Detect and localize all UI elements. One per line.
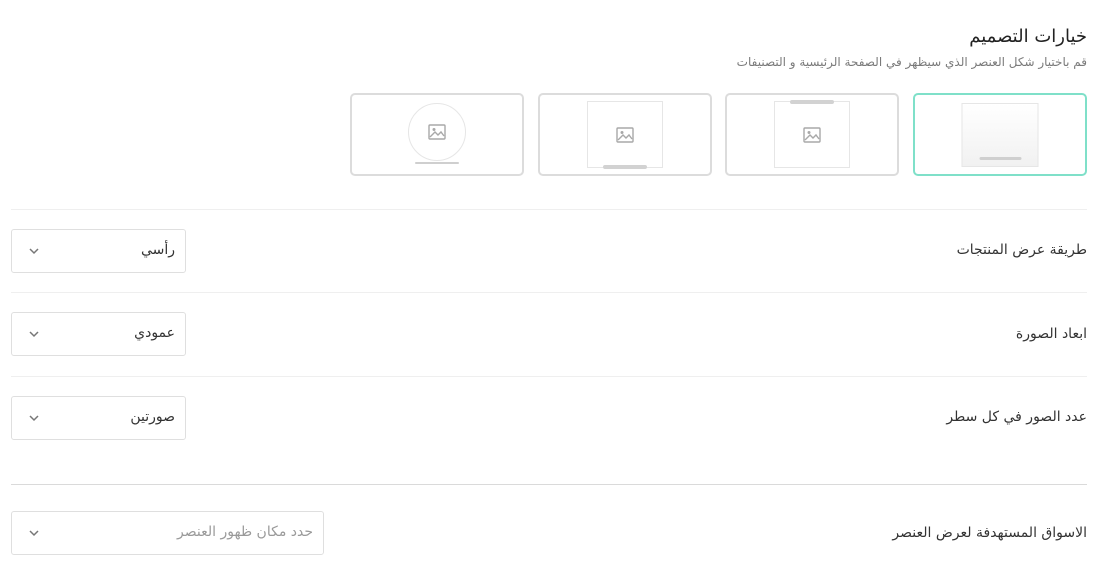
caption-bar: [415, 162, 459, 164]
images-per-row-select[interactable]: صورتين: [11, 396, 186, 440]
images-per-row-value: صورتين: [130, 409, 175, 425]
design-thumb: [587, 101, 663, 169]
chevron-down-icon: [29, 331, 39, 338]
target-markets-select[interactable]: حدد مكان ظهور العنصر: [11, 511, 324, 555]
caption-bar: [790, 100, 834, 104]
images-per-row-label: عدد الصور في كل سطر: [946, 409, 1087, 425]
divider: [11, 209, 1087, 210]
design-options-title: خيارات التصميم: [969, 26, 1087, 47]
display-method-label: طريقة عرض المنتجات: [956, 242, 1087, 258]
design-option-circle[interactable]: [350, 93, 524, 176]
image-icon: [616, 126, 634, 143]
target-markets-label: الاسواق المستهدفة لعرض العنصر: [892, 525, 1087, 541]
design-thumb-circle: [408, 103, 466, 161]
chevron-down-icon: [29, 248, 39, 255]
chevron-down-icon: [29, 530, 39, 537]
display-method-select[interactable]: رأسي: [11, 229, 186, 273]
caption-bar: [979, 157, 1021, 160]
design-thumb: [961, 103, 1039, 167]
image-dimensions-label: ابعاد الصورة: [1015, 326, 1087, 342]
design-options-subtitle: قم باختيار شكل العنصر الذي سيظهر في الصف…: [736, 55, 1087, 69]
divider: [11, 376, 1087, 377]
image-icon: [428, 124, 446, 140]
display-method-value: رأسي: [140, 242, 175, 258]
target-markets-placeholder: حدد مكان ظهور العنصر: [177, 524, 313, 540]
caption-bar: [603, 165, 647, 169]
design-thumb: [774, 100, 850, 168]
chevron-down-icon: [29, 415, 39, 422]
image-dimensions-value: عمودي: [134, 325, 175, 341]
divider: [11, 292, 1087, 293]
image-icon: [803, 126, 821, 143]
design-option-plain[interactable]: [913, 93, 1087, 176]
design-option-bottom-bar[interactable]: [538, 93, 712, 176]
design-option-top-bar[interactable]: [725, 93, 899, 176]
image-dimensions-select[interactable]: عمودي: [11, 312, 186, 356]
section-divider: [11, 484, 1087, 485]
